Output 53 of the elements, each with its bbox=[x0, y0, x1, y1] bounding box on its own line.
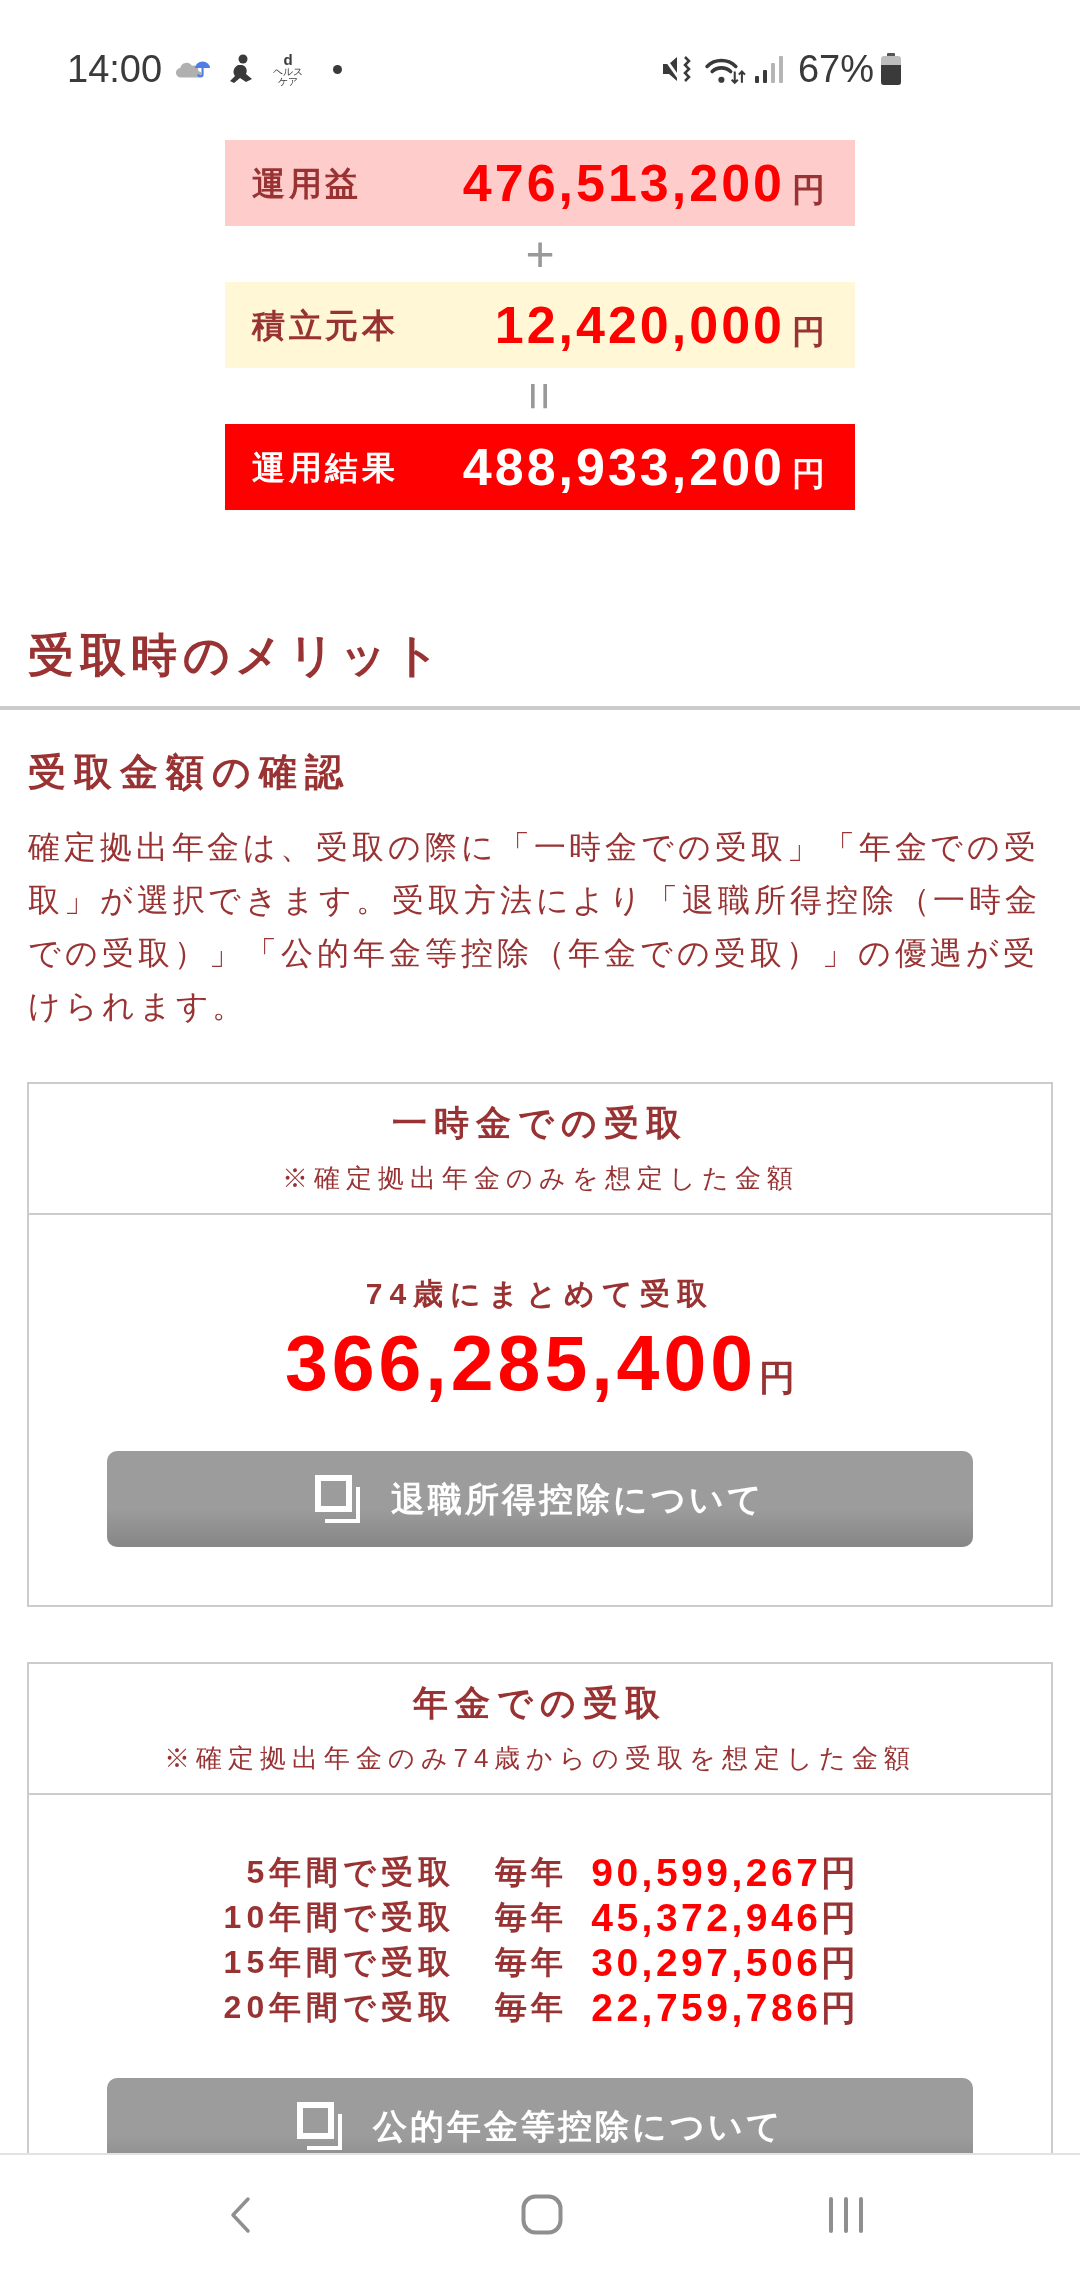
period-label: 20年間で受取 bbox=[223, 1988, 456, 2027]
amount-value: 488,933,200 bbox=[462, 441, 785, 493]
info-button[interactable]: 公的年金等控除について bbox=[107, 2078, 973, 2153]
yearly-label: 毎年 bbox=[495, 1988, 568, 2027]
period-label: 5年間で受取 bbox=[246, 1853, 456, 1892]
unit-label: 円 bbox=[792, 315, 825, 348]
payout-amount: 90,599,267 bbox=[591, 1850, 822, 1895]
notification-dot-icon bbox=[333, 64, 343, 74]
yearly-label: 毎年 bbox=[495, 1853, 568, 1892]
back-icon[interactable] bbox=[229, 2195, 251, 2234]
signal-icon bbox=[753, 55, 785, 83]
period-label: 15年間で受取 bbox=[223, 1943, 456, 1982]
payout-amount: 30,297,506 bbox=[591, 1940, 822, 1985]
mute-icon bbox=[660, 54, 691, 84]
panel-label: 運用結果 bbox=[252, 450, 399, 484]
weather-icon bbox=[176, 59, 211, 79]
amount-value: 476,513,200 bbox=[462, 157, 785, 209]
home-icon[interactable] bbox=[521, 2194, 563, 2235]
payout-amount: 22,759,786 bbox=[591, 1985, 822, 2030]
section-title: 受取時のメリット bbox=[28, 628, 446, 683]
unit-label: 円 bbox=[821, 1897, 857, 1939]
app-badge-label: ヘルスケア bbox=[273, 66, 304, 87]
payout-caption: 74歳にまとめて受取 bbox=[365, 1276, 715, 1312]
yearly-label: 毎年 bbox=[495, 1898, 568, 1937]
squares-icon bbox=[315, 1475, 360, 1523]
amount-value: 12,420,000 bbox=[494, 299, 785, 351]
payout-amount: 366,285,400 bbox=[284, 1321, 758, 1405]
card-note: ※確定拠出年金のみを想定した金額 bbox=[281, 1162, 799, 1195]
app-badge-letter: d bbox=[283, 51, 293, 67]
unit-label: 円 bbox=[821, 1852, 857, 1894]
subsection-title: 受取金額の確認 bbox=[28, 750, 352, 795]
unit-label: 円 bbox=[792, 173, 825, 206]
plus-sign: + bbox=[525, 229, 555, 279]
yearly-label: 毎年 bbox=[495, 1943, 568, 1982]
unit-label: 円 bbox=[821, 1942, 857, 1984]
panel-label: 運用益 bbox=[252, 166, 363, 200]
recents-icon[interactable] bbox=[828, 2195, 864, 2234]
squares-icon bbox=[296, 2102, 342, 2150]
payout-amount: 45,372,946 bbox=[591, 1895, 822, 1940]
unit-label: 円 bbox=[759, 1360, 796, 1396]
unit-label: 円 bbox=[792, 457, 825, 490]
battery-icon bbox=[880, 52, 902, 86]
panel-label: 積立元本 bbox=[252, 308, 399, 342]
card-title: 一時金での受取 bbox=[392, 1102, 688, 1144]
period-label: 10年間で受取 bbox=[223, 1898, 456, 1937]
status-time: 14:00 bbox=[67, 50, 163, 88]
battery-percent: 67% bbox=[797, 50, 874, 88]
unit-label: 円 bbox=[821, 1987, 857, 2029]
card-title: 年金での受取 bbox=[413, 1682, 667, 1724]
card-note: ※確定拠出年金のみ74歳からの受取を想定した金額 bbox=[163, 1742, 917, 1775]
equals-sign: = bbox=[515, 381, 565, 411]
info-button[interactable]: 退職所得控除について bbox=[107, 1451, 973, 1547]
description-text: 確定拠出年金は、受取の際に「一時金での受取」「年金での受取」が選択できます。受取方法により「退職所得控除（一時金での受取）」「公的年金等控除（年金での受取）」の優遇が受けられます。 bbox=[28, 828, 1043, 1026]
